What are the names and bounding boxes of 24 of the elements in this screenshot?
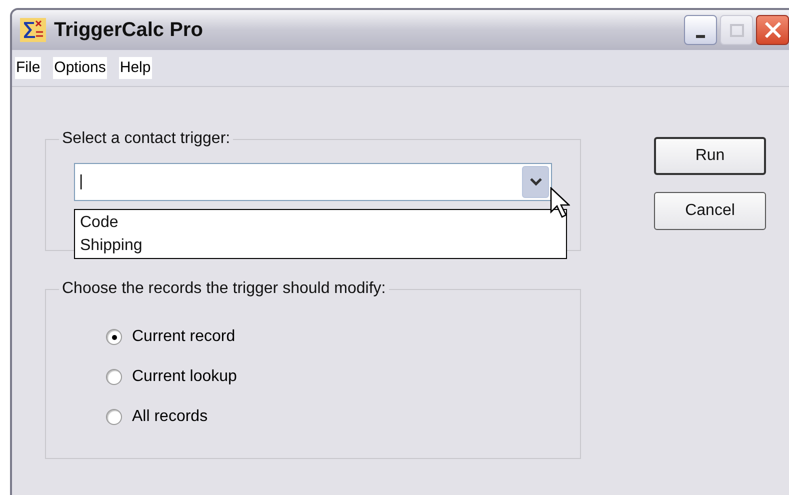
radio-button[interactable] <box>106 409 122 425</box>
menu-item[interactable]: Help <box>118 56 152 80</box>
chevron-down-icon <box>530 178 542 186</box>
close-icon <box>764 21 782 39</box>
sigma-icon <box>20 18 46 42</box>
dropdown-button[interactable] <box>522 166 549 198</box>
radio-label[interactable]: Current record <box>132 325 236 349</box>
radio-button[interactable] <box>106 329 122 345</box>
radio-button[interactable] <box>106 369 122 385</box>
radio-label[interactable]: All records <box>132 405 208 429</box>
radio-label[interactable]: Current lookup <box>132 365 237 389</box>
menu-item[interactable]: File <box>15 56 42 80</box>
combo-box[interactable]: | <box>74 163 552 201</box>
menu-item[interactable]: Options <box>53 56 107 80</box>
group-label: Select a contact trigger: <box>61 129 232 149</box>
group-label: Choose the records the trigger should modify: <box>61 279 387 299</box>
dropdown-option[interactable]: Shipping <box>80 234 566 257</box>
window-title: TriggerCalc Pro <box>54 18 203 43</box>
close-button[interactable] <box>756 15 789 45</box>
minimize-button[interactable] <box>684 15 717 45</box>
dialog-button[interactable]: Run <box>654 137 766 175</box>
combo-input[interactable]: | <box>79 170 84 194</box>
dialog-button[interactable]: Cancel <box>654 192 766 230</box>
dropdown-option[interactable]: Code <box>80 211 566 234</box>
